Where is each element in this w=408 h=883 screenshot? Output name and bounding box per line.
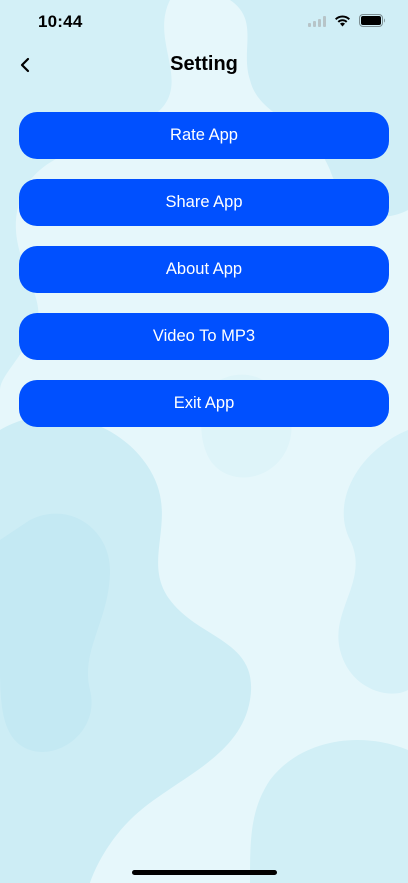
share-app-button[interactable]: Share App — [19, 179, 389, 226]
cellular-signal-icon — [308, 15, 326, 27]
nav-bar: Setting — [0, 46, 408, 86]
about-app-button[interactable]: About App — [19, 246, 389, 293]
home-indicator — [132, 870, 277, 875]
page-title: Setting — [170, 53, 238, 75]
status-time: 10:44 — [38, 12, 83, 31]
rate-app-button[interactable]: Rate App — [19, 112, 389, 159]
status-icons — [308, 14, 386, 27]
video-to-mp3-button[interactable]: Video To MP3 — [19, 313, 389, 360]
settings-menu: Rate App Share App About App Video To MP… — [19, 112, 389, 447]
wifi-icon — [335, 15, 350, 27]
status-bar: 10:44 — [0, 0, 408, 46]
battery-icon — [359, 14, 385, 27]
exit-app-button[interactable]: Exit App — [19, 380, 389, 427]
